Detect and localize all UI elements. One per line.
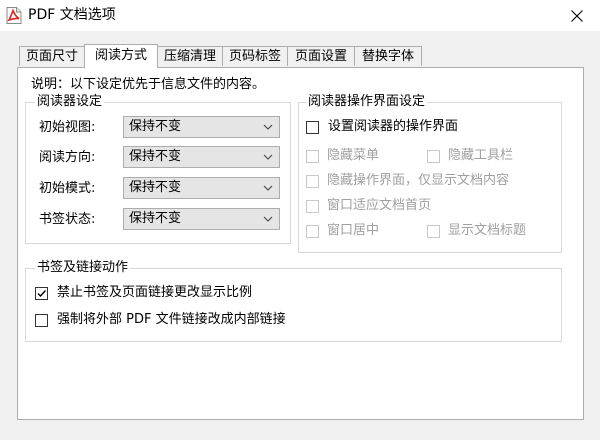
disable-bookmark-zoom-checkbox[interactable] [35,287,48,300]
select-value: 保持不变 [129,211,182,226]
group-bookmark-link-actions [25,268,562,342]
tab-page-settings[interactable]: 页面设置 [287,46,355,66]
hide-toolbar-label: 隐藏工具栏 [448,148,514,163]
tab-label: 压缩清理 [163,49,216,64]
title-bar[interactable]: PDF 文档选项 [0,0,600,31]
chevron-down-icon [263,124,273,130]
center-window-checkbox[interactable] [306,225,319,238]
center-window-label: 窗口居中 [327,223,380,238]
select-value: 保持不变 [129,119,182,134]
hide-menu-checkbox[interactable] [306,150,319,163]
hide-ui-show-content-label: 隐藏操作界面，仅显示文档内容 [327,173,510,188]
tab-label: 页面设置 [294,49,347,64]
show-doc-title-label: 显示文档标题 [448,223,527,238]
close-icon [571,9,583,22]
reading-direction-label: 阅读方向: [39,150,96,165]
hide-menu-label: 隐藏菜单 [327,148,380,163]
initial-view-select[interactable]: 保持不变 [123,116,280,138]
close-button[interactable] [554,0,600,31]
fit-window-first-page-label: 窗口适应文档首页 [327,198,432,213]
disable-bookmark-zoom-label: 禁止书签及页面链接更改显示比例 [57,285,253,300]
set-reader-ui-checkbox[interactable] [306,121,319,134]
force-internal-links-checkbox[interactable] [35,314,48,327]
bookmark-state-label: 书签状态: [39,212,96,227]
tab-label: 替换字体 [361,49,414,64]
fit-window-first-page-checkbox[interactable] [306,200,319,213]
force-internal-links-label: 强制将外部 PDF 文件链接改成内部链接 [57,312,286,327]
chevron-down-icon [263,154,273,160]
note-text: 说明：以下设定优先于信息文件的内容。 [31,77,266,92]
checkmark-icon [37,290,47,298]
tab-compress-clean[interactable]: 压缩清理 [157,46,223,66]
show-doc-title-checkbox[interactable] [427,225,440,238]
group-title-bookmark-actions: 书签及链接动作 [35,260,131,276]
window-title: PDF 文档选项 [28,7,116,23]
set-reader-ui-label: 设置阅读器的操作界面 [328,119,459,134]
chevron-down-icon [263,185,273,191]
select-value: 保持不变 [129,180,182,195]
initial-mode-label: 初始模式: [39,181,96,196]
chevron-down-icon [263,216,273,222]
tab-replace-fonts[interactable]: 替换字体 [354,46,422,66]
tab-reading-mode[interactable]: 阅读方式 [84,44,158,68]
hide-toolbar-checkbox[interactable] [427,150,440,163]
hide-ui-show-content-checkbox[interactable] [306,175,319,188]
tab-label: 页码标签 [228,49,281,64]
initial-view-label: 初始视图: [39,120,96,135]
pdf-file-icon [6,7,22,24]
tab-page-size[interactable]: 页面尺寸 [19,46,85,66]
tab-page-labels[interactable]: 页码标签 [222,46,288,66]
group-title-reader-settings: 阅读器设定 [35,94,105,110]
bookmark-state-select[interactable]: 保持不变 [123,208,280,230]
select-value: 保持不变 [129,149,182,164]
reading-direction-select[interactable]: 保持不变 [123,146,280,168]
initial-mode-select[interactable]: 保持不变 [123,177,280,199]
tab-label: 页面尺寸 [25,49,78,64]
group-title-reader-ui: 阅读器操作界面设定 [306,94,428,110]
tab-label: 阅读方式 [94,48,147,63]
